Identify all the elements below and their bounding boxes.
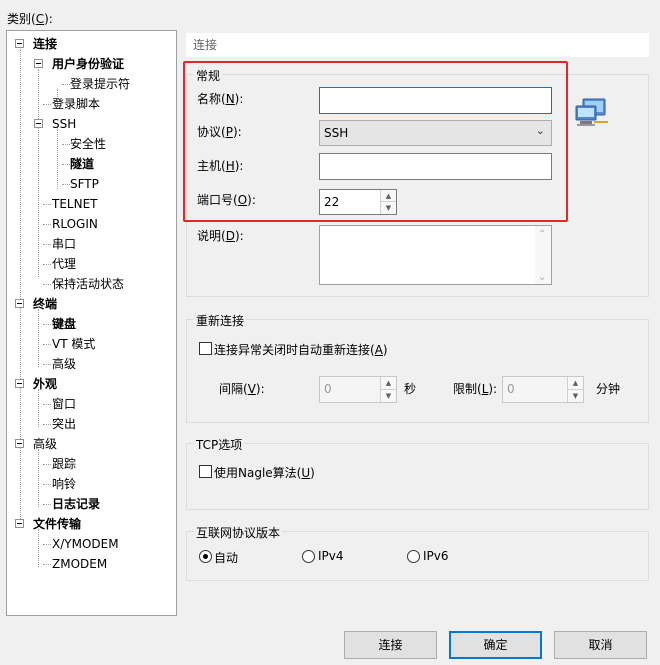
ipv4-label[interactable]: IPv4 <box>318 549 344 563</box>
tree-item-sftp[interactable]: SFTP <box>70 174 99 194</box>
reconnect-checkbox[interactable] <box>199 342 212 355</box>
tree-item-telnet[interactable]: TELNET <box>52 194 98 214</box>
tcp-group-label: TCP选项 <box>194 436 245 453</box>
tree-item-trace[interactable]: 跟踪 <box>52 454 76 474</box>
network-computer-icon <box>575 98 608 126</box>
tree-item-window[interactable]: 窗口 <box>52 394 76 414</box>
scroll-up-icon[interactable]: ⌃ <box>538 229 546 240</box>
interval-unit: 秒 <box>404 382 417 396</box>
collapse-icon[interactable] <box>15 439 24 448</box>
spin-down-icon[interactable]: ▼ <box>568 390 583 403</box>
connect-button[interactable]: 连接 <box>344 631 437 659</box>
tree-item-login-scripts[interactable]: 登录脚本 <box>52 94 100 114</box>
limit-spin-buttons[interactable]: ▲ ▼ <box>567 377 583 402</box>
tree-item-zmodem[interactable]: ZMODEM <box>52 554 107 574</box>
tree-item-highlight[interactable]: 突出 <box>52 414 76 434</box>
tree-item-tunneling[interactable]: 隧道 <box>70 154 94 174</box>
interval-label: 间隔(V): <box>219 382 265 396</box>
spin-up-icon[interactable]: ▲ <box>568 377 583 390</box>
ip-version-group-label: 互联网协议版本 <box>194 524 283 541</box>
tree-item-bell[interactable]: 响铃 <box>52 474 76 494</box>
nagle-checkbox-label[interactable]: 使用Nagle算法(U) <box>214 464 315 481</box>
ipv6-label[interactable]: IPv6 <box>423 549 449 563</box>
tree-item-proxy[interactable]: 代理 <box>52 254 76 274</box>
limit-value: 0 <box>507 382 515 396</box>
spin-up-icon[interactable]: ▲ <box>381 377 396 390</box>
reconnect-group-label: 重新连接 <box>194 312 247 329</box>
ipv6-radio[interactable] <box>407 550 420 563</box>
collapse-icon[interactable] <box>15 379 24 388</box>
scroll-down-icon[interactable]: ⌄ <box>538 272 546 283</box>
ip-auto-label[interactable]: 自动 <box>214 549 238 566</box>
reconnect-checkbox-label[interactable]: 连接异常关闭时自动重新连接(A) <box>214 341 388 358</box>
tree-item-rlogin[interactable]: RLOGIN <box>52 214 98 234</box>
collapse-icon[interactable] <box>34 59 43 68</box>
collapse-icon[interactable] <box>15 299 24 308</box>
category-tree[interactable]: 连接 用户身份验证 登录提示符 登录脚本 SSH 安全性 隧道 SFTP TEL… <box>6 30 177 616</box>
limit-label: 限制(L): <box>453 382 498 396</box>
description-scrollbar[interactable]: ⌃ ⌄ <box>535 226 551 284</box>
collapse-icon[interactable] <box>15 39 24 48</box>
nagle-checkbox[interactable] <box>199 465 212 478</box>
ip-auto-radio[interactable] <box>199 550 212 563</box>
interval-value: 0 <box>324 382 332 396</box>
description-textarea[interactable]: ⌃ ⌄ <box>319 225 552 285</box>
description-label: 说明(D): <box>197 229 244 243</box>
limit-spinner[interactable]: 0 ▲ ▼ <box>502 376 584 403</box>
limit-unit: 分钟 <box>596 382 621 396</box>
panel-title: 连接 <box>186 33 649 57</box>
category-label: 类别(C): <box>7 12 53 26</box>
interval-spinner[interactable]: 0 ▲ ▼ <box>319 376 397 403</box>
tree-item-serial[interactable]: 串口 <box>52 234 76 254</box>
tree-item-logging[interactable]: 日志记录 <box>52 494 100 514</box>
spin-down-icon[interactable]: ▼ <box>381 390 396 403</box>
tree-item-advanced-terminal[interactable]: 高级 <box>52 354 76 374</box>
collapse-icon[interactable] <box>34 119 43 128</box>
tree-item-xymodem[interactable]: X/YMODEM <box>52 534 119 554</box>
highlight-annotation <box>183 61 568 222</box>
tree-item-keep-alive[interactable]: 保持活动状态 <box>52 274 124 294</box>
tree-item-login-prompts[interactable]: 登录提示符 <box>70 74 130 94</box>
reconnect-group <box>186 319 649 423</box>
tree-item-keyboard[interactable]: 键盘 <box>52 314 76 334</box>
ipv4-radio[interactable] <box>302 550 315 563</box>
cancel-button[interactable]: 取消 <box>554 631 647 659</box>
collapse-icon[interactable] <box>15 519 24 528</box>
ok-button[interactable]: 确定 <box>449 631 542 659</box>
interval-spin-buttons[interactable]: ▲ ▼ <box>380 377 396 402</box>
tree-item-vt-modes[interactable]: VT 模式 <box>52 334 95 354</box>
tree-item-security[interactable]: 安全性 <box>70 134 106 154</box>
